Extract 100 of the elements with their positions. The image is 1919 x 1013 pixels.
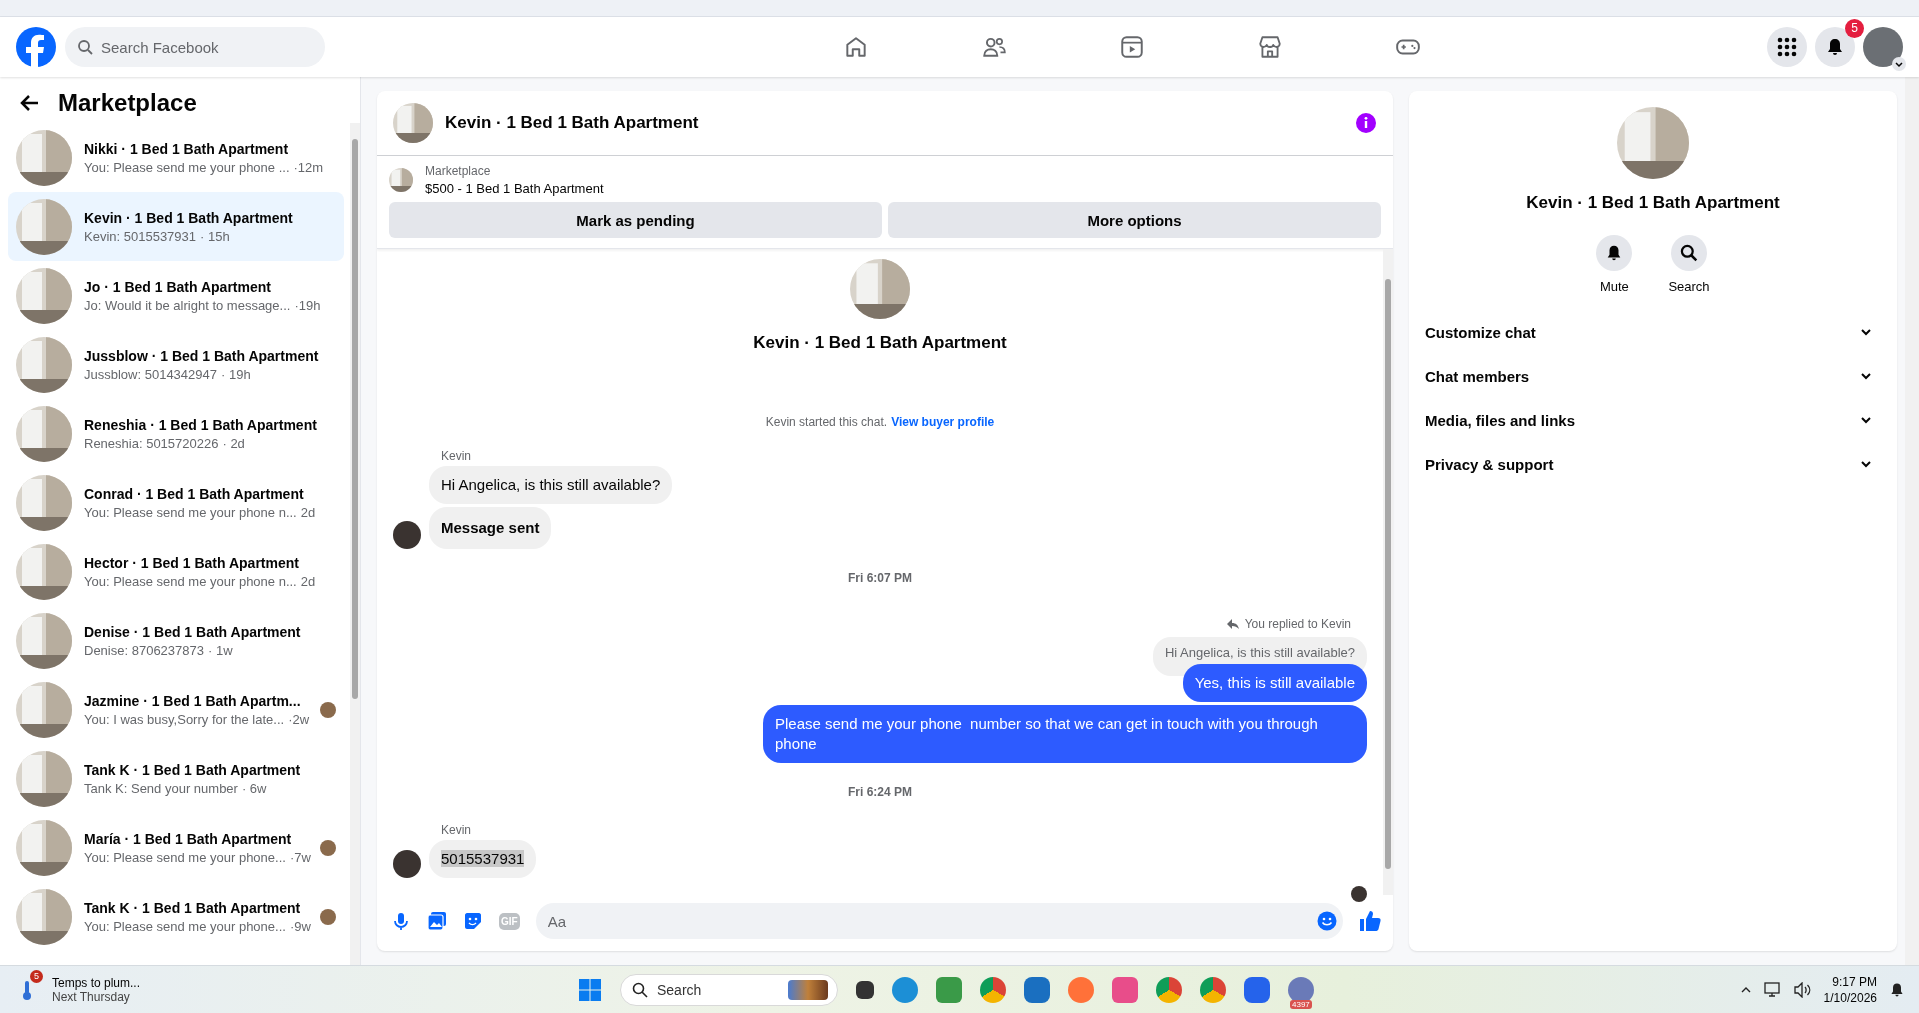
sticker-icon[interactable] xyxy=(463,911,483,931)
listing-photo xyxy=(850,259,910,319)
scrollbar[interactable] xyxy=(1383,249,1393,895)
facebook-logo[interactable] xyxy=(16,27,56,67)
conversation-title: Kevin · 1 Bed 1 Bath Apartment xyxy=(84,209,294,226)
message-bubble: Please send me your phone number so that we can get in touch with you through phone xyxy=(763,705,1367,763)
conversation-title: María · 1 Bed 1 Bath Apartment xyxy=(84,830,293,847)
conversation-title: Conrad · 1 Bed 1 Bath Apartment xyxy=(84,485,305,502)
listing-title: $500 - 1 Bed 1 Bath Apartment xyxy=(425,181,604,196)
message-input[interactable]: Aa xyxy=(535,903,1343,939)
bell-icon xyxy=(1825,37,1845,57)
message-preview: Denise: 8706237873 xyxy=(84,642,204,658)
panel-section-header[interactable]: Media, files and links xyxy=(1417,398,1889,442)
message-time: 2d xyxy=(300,573,316,589)
microphone-icon[interactable] xyxy=(391,911,411,931)
message-preview: You: Please send me your phone n... xyxy=(84,504,297,520)
message-time: ·19h xyxy=(294,297,321,313)
message-bubble: Hi Angelica, is this still available? xyxy=(429,466,673,504)
caret-icon[interactable] xyxy=(1892,57,1906,71)
scrollbar[interactable] xyxy=(350,123,360,965)
conversation-item[interactable]: Reneshia · 1 Bed 1 Bath Apartment Reneshia: 5015720226 · 2d xyxy=(8,399,344,468)
conversation-title: Denise · 1 Bed 1 Bath Apartment xyxy=(84,623,302,640)
widget-title: Temps to plum... xyxy=(52,975,141,990)
notification-badge: 5 xyxy=(1845,19,1864,38)
conversation-item[interactable]: Hector · 1 Bed 1 Bath Apartment You: Please send me your phone n... 2d xyxy=(8,537,344,606)
chat-title: Kevin · 1 Bed 1 Bath Apartment xyxy=(445,113,700,133)
scrollbar[interactable] xyxy=(1905,77,1919,965)
store-icon[interactable] xyxy=(1256,34,1283,60)
listing-photo xyxy=(393,103,433,143)
conversation-title: Hector · 1 Bed 1 Bath Apartment xyxy=(84,554,300,571)
conversation-item[interactable]: Denise · 1 Bed 1 Bath Apartment Denise: 8706237873 · 1w xyxy=(8,606,344,675)
conversation-item[interactable]: Tank K · 1 Bed 1 Bath Apartment Tank K: Send your number · 6w xyxy=(8,744,344,813)
apps-button[interactable] xyxy=(1767,27,1807,67)
panel-section-header[interactable]: Chat members xyxy=(1417,354,1889,398)
windows-start-icon[interactable] xyxy=(578,977,602,1002)
message-time: · 2d xyxy=(222,435,245,451)
message-preview: Jussblow: 5014342947 xyxy=(84,366,217,382)
reply-note: You replied to Kevin xyxy=(1244,617,1351,631)
profile-avatar[interactable] xyxy=(1863,27,1903,67)
emoji-icon[interactable] xyxy=(1317,911,1337,931)
thumbs-up-icon[interactable] xyxy=(1359,910,1381,932)
message-time: ·12m xyxy=(293,159,324,175)
view-buyer-profile-link[interactable]: View buyer profile xyxy=(891,415,995,429)
info-title: Kevin · 1 Bed 1 Bath Apartment xyxy=(1526,193,1780,213)
message-bubble: Message sent xyxy=(429,507,552,549)
conversation-item[interactable]: Nikki · 1 Bed 1 Bath Apartment You: Please send me your phone ... ·12m xyxy=(8,123,344,192)
photo-icon[interactable] xyxy=(427,911,447,931)
message-time: ·2w xyxy=(288,711,310,727)
widget-subtitle: Next Thursday xyxy=(52,989,130,1004)
message-timestamp: Fri 6:07 PM xyxy=(848,571,912,585)
conversation-title: Jussblow · 1 Bed 1 Bath Apartment xyxy=(84,347,320,364)
message-preview: Kevin: 5015537931 xyxy=(84,228,197,244)
conversation-title: Jazmine · 1 Bed 1 Bath Apartm... xyxy=(84,692,302,709)
message-preview: You: I was busy,Sorry for the late... xyxy=(84,711,285,727)
clock-time: 9:17 PM xyxy=(1831,973,1877,990)
message-time: ·7w xyxy=(289,849,311,865)
search-icon xyxy=(632,981,648,998)
reply-icon xyxy=(1226,618,1239,630)
chat-intro-title: Kevin · 1 Bed 1 Bath Apartment xyxy=(753,333,1007,353)
message-timestamp: Fri 6:24 PM xyxy=(848,785,912,799)
message-time: · 6w xyxy=(241,780,267,796)
conversation-item[interactable]: Jussblow · 1 Bed 1 Bath Apartment Jussblow: 5014342947 · 19h xyxy=(8,330,344,399)
conversation-title: Tank K · 1 Bed 1 Bath Apartment xyxy=(84,761,302,778)
conversation-item[interactable]: Conrad · 1 Bed 1 Bath Apartment You: Please send me your phone n... 2d xyxy=(8,468,344,537)
listing-label: Marketplace xyxy=(425,164,492,178)
search-icon xyxy=(1680,244,1698,262)
sender-name: Kevin xyxy=(441,823,472,837)
message-preview: Jo: Would it be alright to message... xyxy=(84,297,291,313)
search-icon xyxy=(77,39,93,55)
grid-icon xyxy=(1777,37,1797,57)
listing-action-button[interactable]: More options xyxy=(888,202,1381,238)
message-bubble: Yes, this is still available xyxy=(1182,664,1367,702)
speaker-icon[interactable] xyxy=(1793,981,1812,998)
sender-name: Kevin xyxy=(441,449,472,463)
search-field[interactable]: Search Facebook xyxy=(65,27,325,67)
seen-avatar xyxy=(1351,886,1367,902)
app-badge: 4397 xyxy=(1290,999,1312,1009)
info-icon[interactable] xyxy=(1355,112,1377,134)
message-time: · 1w xyxy=(208,642,233,658)
conversation-item[interactable]: Kevin · 1 Bed 1 Bath Apartment Kevin: 5015537931 · 15h xyxy=(8,192,344,261)
message-time: · 19h xyxy=(221,366,251,382)
conversation-item[interactable]: Jo · 1 Bed 1 Bath Apartment Jo: Would it be alright to message... ·19h xyxy=(8,261,344,330)
listing-action-button[interactable]: Mark as pending xyxy=(389,202,882,238)
conversation-item[interactable]: Tank K · 1 Bed 1 Bath Apartment You: Please send me your phone... ·9w xyxy=(8,882,344,951)
panel-section-header[interactable]: Customize chat xyxy=(1417,310,1889,354)
back-arrow-icon[interactable] xyxy=(20,93,40,113)
video-icon[interactable] xyxy=(1118,34,1145,60)
message-preview: Reneshia: 5015720226 xyxy=(84,435,219,451)
conversation-title: Tank K · 1 Bed 1 Bath Apartment xyxy=(84,899,302,916)
notification-badge: 5 xyxy=(30,969,43,983)
message-preview: You: Please send me your phone... xyxy=(84,849,286,865)
message-preview: You: Please send me your phone... xyxy=(84,918,286,934)
sidebar-title: Marketplace xyxy=(58,89,197,117)
panel-section-header[interactable]: Privacy & support xyxy=(1417,442,1889,486)
message-preview: You: Please send me your phone n... xyxy=(84,573,297,589)
message-time: · 15h xyxy=(200,228,230,244)
app-icon[interactable] xyxy=(856,980,874,999)
conversation-item[interactable]: María · 1 Bed 1 Bath Apartment You: Please send me your phone... ·7w xyxy=(8,813,344,882)
conversation-item[interactable]: Jazmine · 1 Bed 1 Bath Apartm... You: I was busy,Sorry for the late... ·2w xyxy=(8,675,344,744)
conversation-title: Jo · 1 Bed 1 Bath Apartment xyxy=(84,278,272,295)
